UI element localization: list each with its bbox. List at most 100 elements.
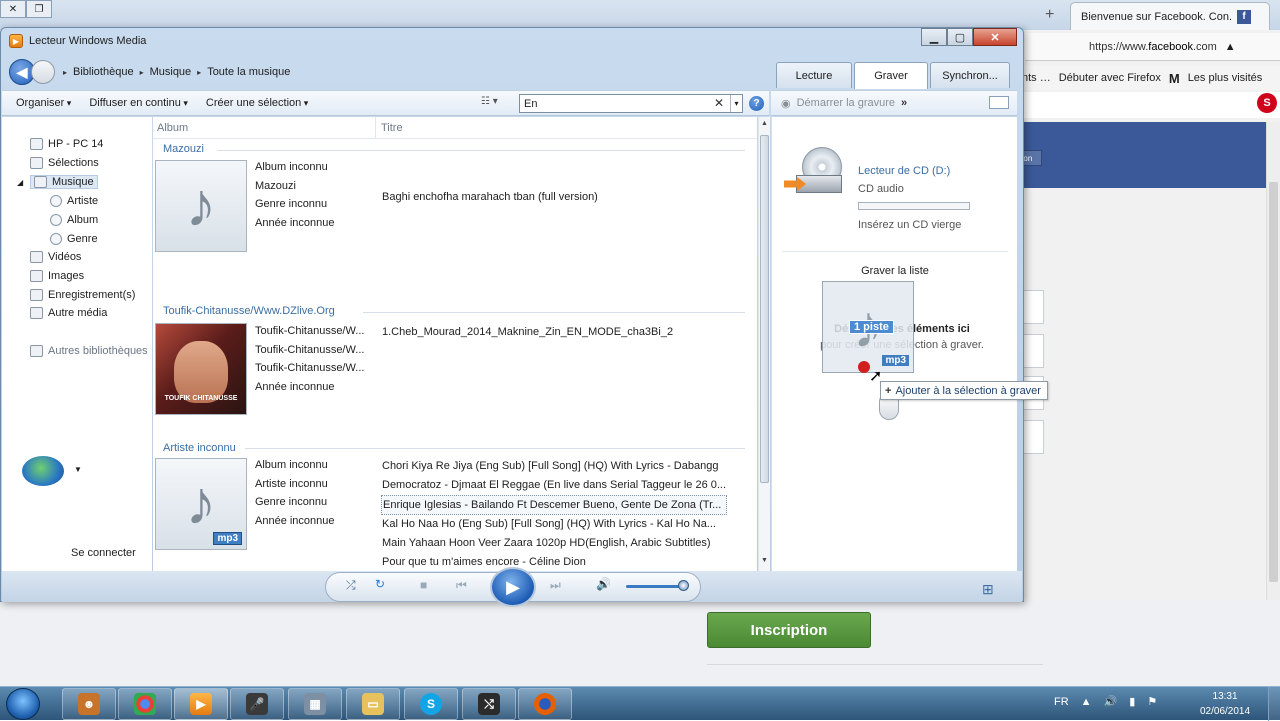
nav-item-selections[interactable]: Sélections <box>30 157 99 169</box>
clear-search-icon[interactable]: ✕ <box>714 96 724 110</box>
expand-arrow-icon[interactable]: ◢ <box>17 178 23 187</box>
bookmark-most-visited[interactable]: Les plus visités <box>1188 72 1263 84</box>
speaker-icon[interactable]: 🔊 <box>1104 695 1118 708</box>
volume-icon[interactable]: 🔊 <box>596 577 611 591</box>
column-divider[interactable] <box>375 117 376 139</box>
content-scrollbar[interactable]: ▲ ▼ <box>758 117 770 571</box>
inscription-button[interactable]: Inscription <box>707 612 871 648</box>
column-titre[interactable]: Titre <box>381 122 403 134</box>
burn-options-icon[interactable] <box>989 96 1009 109</box>
nav-item-musique[interactable]: ◢ Musique <box>17 175 98 189</box>
clock[interactable]: 13:31 02/06/2014 <box>1200 689 1250 719</box>
taskbar-skype[interactable]: S <box>404 688 458 720</box>
browser-close-icon[interactable]: ✕ <box>0 0 26 18</box>
more-commands-icon[interactable]: » <box>901 97 907 109</box>
stop-icon[interactable]: ■ <box>420 578 427 592</box>
scroll-up-icon[interactable]: ▲ <box>761 120 768 127</box>
language-indicator[interactable]: FR <box>1054 696 1069 708</box>
switch-to-now-playing-icon[interactable]: ⊞ <box>982 581 994 598</box>
column-album[interactable]: Album <box>157 122 188 134</box>
wmp-title-bar: ▶ Lecteur Windows Media <box>9 34 146 48</box>
creer-selection-menu[interactable]: Créer une sélection <box>206 97 308 109</box>
taskbar-explorer[interactable]: ▭ <box>346 688 400 720</box>
track-row[interactable]: Baghi enchofha marahach tban (full versi… <box>381 188 727 207</box>
online-store-globe-icon[interactable] <box>22 456 64 486</box>
store-dropdown-icon[interactable]: ▼ <box>74 465 82 474</box>
volume-knob[interactable] <box>678 580 689 591</box>
browser-tab-facebook[interactable]: Bienvenue sur Facebook. Con... f <box>1070 2 1270 30</box>
tray-arrow-icon[interactable]: ▲ <box>1081 696 1092 708</box>
show-desktop-button[interactable] <box>1268 687 1280 721</box>
taskbar-wmp[interactable]: ▶ <box>174 688 228 720</box>
tab-graver[interactable]: Graver <box>854 62 928 89</box>
bookmark-firefox[interactable]: Débuter avec Firefox <box>1059 72 1161 84</box>
bookmark-overflow[interactable]: nts … <box>1022 72 1051 84</box>
previous-icon[interactable]: ⏮ <box>456 578 467 593</box>
track-row-selected[interactable]: Enrique Iglesias - Bailando Ft Descemer … <box>381 494 727 516</box>
url-bar[interactable]: https://www.facebook.com ▲ <box>1025 33 1280 61</box>
nav-item-artiste[interactable]: Artiste <box>50 195 98 207</box>
track-row[interactable]: Main Yahaan Hoon Veer Zaara 1020p HD(Eng… <box>381 534 727 553</box>
crumb-musique[interactable]: Musique <box>150 66 192 78</box>
scroll-thumb[interactable] <box>760 135 769 483</box>
album-art-toufik[interactable]: TOUFIK CHITANUSSE <box>155 323 247 415</box>
minimize-icon[interactable]: ▁ <box>921 28 947 46</box>
crumb-bibliotheque[interactable]: Bibliothèque <box>73 66 134 78</box>
taskbar-video-app[interactable]: ▦ <box>288 688 342 720</box>
nav-item-enregistrements[interactable]: Enregistrement(s) <box>30 289 135 301</box>
signup-field[interactable] <box>1022 334 1044 368</box>
nav-item-autres-bibliotheques[interactable]: Autres bibliothèques <box>30 345 148 357</box>
help-icon[interactable]: ? <box>749 96 764 111</box>
nav-item-album[interactable]: Album <box>50 214 98 226</box>
track-row[interactable]: Kal Ho Naa Ho (Eng Sub) [Full Song] (HQ)… <box>381 515 727 534</box>
signup-field[interactable] <box>1022 290 1044 324</box>
flag-icon[interactable]: ⚑ <box>1147 695 1157 708</box>
new-tab-button[interactable]: + <box>1045 6 1054 24</box>
nav-item-genre[interactable]: Genre <box>50 233 98 245</box>
view-options-icon[interactable]: ☷ ▾ <box>481 96 498 107</box>
repeat-icon[interactable]: ↻ <box>375 577 385 591</box>
close-icon[interactable]: ✕ <box>973 28 1017 46</box>
tooltip-text: Ajouter à la sélection à graver <box>895 384 1041 397</box>
signup-field[interactable] <box>1022 420 1044 454</box>
search-input[interactable]: En ✕ ▾ <box>519 94 743 113</box>
track-row[interactable]: Pour que tu m'aimes encore - Céline Dion <box>381 553 727 572</box>
volume-slider[interactable] <box>626 585 686 588</box>
playback-controls: ⤮ ↻ ■ ⏮ ▶ ⏭ 🔊 ⊞ <box>2 567 1022 607</box>
crumb-toute-la-musique[interactable]: Toute la musique <box>207 66 290 78</box>
tab-synchroniser[interactable]: Synchron... <box>930 62 1010 88</box>
shuffle-icon[interactable]: ⤮ <box>346 578 356 593</box>
next-icon[interactable]: ⏭ <box>550 578 561 593</box>
nav-item-autre-media[interactable]: Autre média <box>30 307 107 319</box>
track-row[interactable]: 1.Cheb_Mourad_2014_Maknine_Zin_EN_MODE_c… <box>381 323 727 342</box>
track-count-badge: 1 piste <box>849 320 894 334</box>
album-art-inconnu[interactable]: ♪ mp3 <box>155 458 247 550</box>
track-row[interactable]: Democratoz - Djmaat El Reggae (En live d… <box>381 476 727 495</box>
search-dropdown-icon[interactable]: ▾ <box>730 95 742 112</box>
taskbar-microphone[interactable]: 🎤 <box>230 688 284 720</box>
organiser-menu[interactable]: Organiser <box>16 97 71 109</box>
scroll-down-icon[interactable]: ▼ <box>761 557 768 564</box>
burn-list-title[interactable]: Graver la liste <box>772 265 1018 277</box>
track-row[interactable]: Chori Kiya Re Jiya (Eng Sub) [Full Song]… <box>381 457 727 476</box>
browser-restore-icon[interactable]: ❐ <box>26 0 52 18</box>
network-icon[interactable]: ▮ <box>1129 695 1135 708</box>
diffuser-menu[interactable]: Diffuser en continu <box>89 97 188 109</box>
nav-item-images[interactable]: Images <box>30 270 84 282</box>
taskbar-app[interactable]: ⤭ <box>462 688 516 720</box>
tab-lecture[interactable]: Lecture <box>776 62 852 88</box>
start-burn-button[interactable]: Démarrer la gravure <box>797 97 895 109</box>
play-button[interactable]: ▶ <box>490 567 536 607</box>
taskbar-chrome[interactable] <box>118 688 172 720</box>
start-button[interactable] <box>6 688 40 720</box>
taskbar-firefox[interactable] <box>518 688 572 720</box>
nav-item-hp[interactable]: HP - PC 14 <box>30 138 103 150</box>
cd-drive-name[interactable]: Lecteur de CD (D:) <box>858 165 950 177</box>
nav-item-videos[interactable]: Vidéos <box>30 251 81 263</box>
taskbar-game-app[interactable]: ☻ <box>62 688 116 720</box>
sign-in-link[interactable]: Se connecter <box>71 547 136 559</box>
addon-s-icon[interactable]: S <box>1257 93 1277 113</box>
maximize-icon[interactable]: ▢ <box>947 28 973 46</box>
forward-button[interactable] <box>31 60 55 84</box>
album-art-mazouzi[interactable]: ♪ <box>155 160 247 252</box>
